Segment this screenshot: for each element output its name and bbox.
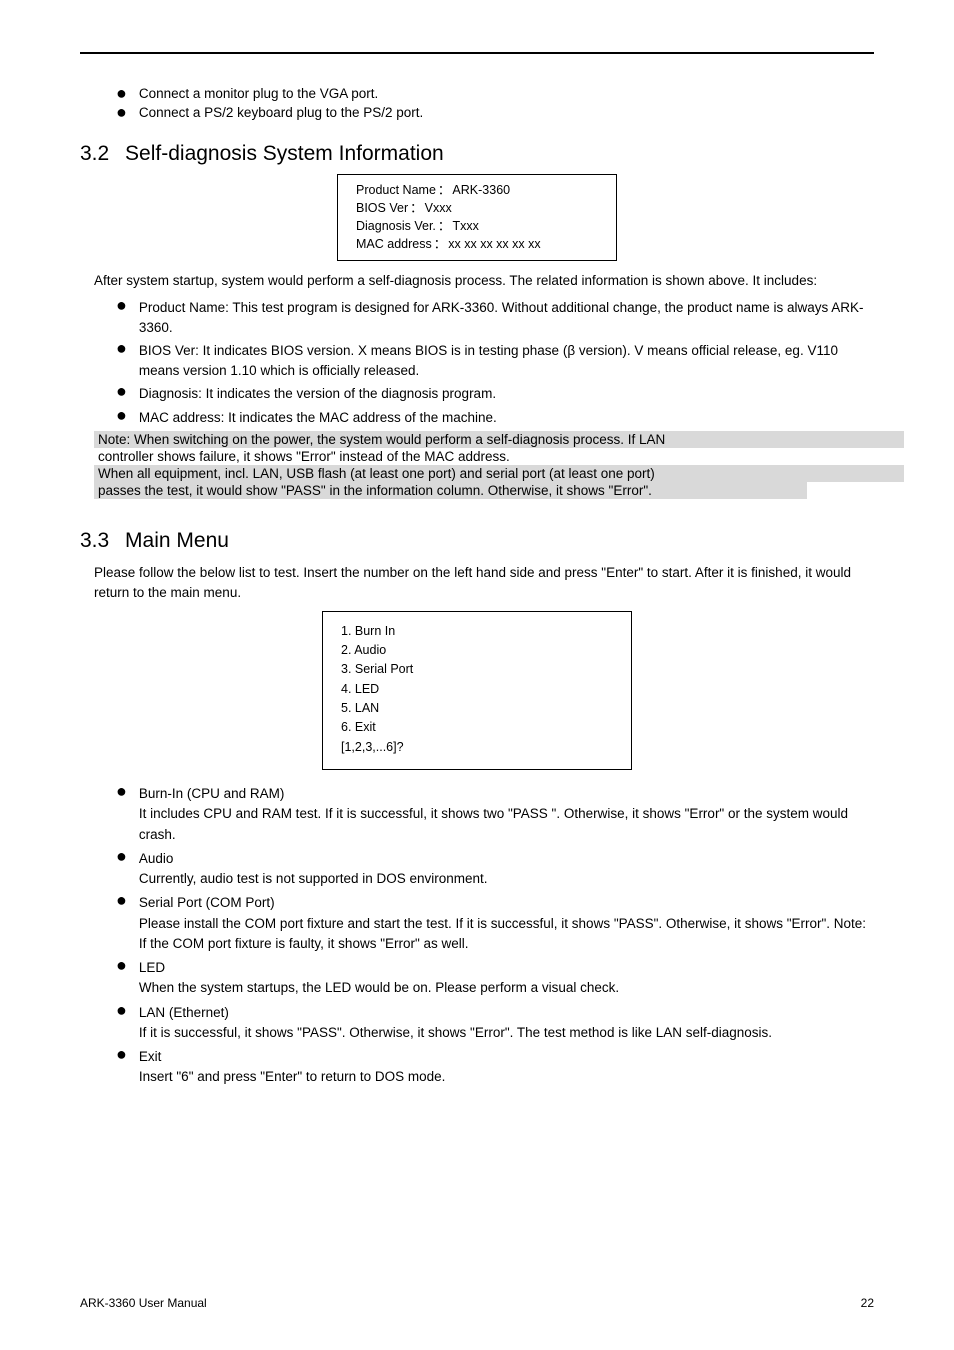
list-item: ● Audio Currently, audio test is not sup… bbox=[116, 849, 874, 890]
item-label: Serial Port (COM Port) bbox=[139, 895, 275, 910]
heading-number: 3.2 bbox=[80, 142, 109, 165]
info-value: Vxxx bbox=[425, 199, 452, 217]
item-desc: If it is successful, it shows "PASS". Ot… bbox=[139, 1025, 772, 1040]
note-block: Note: When switching on the power, the s… bbox=[94, 431, 904, 499]
bullet-icon: ● bbox=[116, 958, 127, 972]
info-value: ARK-3360 bbox=[452, 181, 510, 199]
info-label: Product Name bbox=[356, 181, 436, 199]
bullet-text: Burn-In (CPU and RAM) It includes CPU an… bbox=[139, 784, 874, 845]
footer-right: 22 bbox=[861, 1296, 874, 1310]
list-item: ● Connect a PS/2 keyboard plug to the PS… bbox=[116, 105, 874, 120]
list-item: ● Serial Port (COM Port) Please install … bbox=[116, 893, 874, 954]
sys-bullet-list: ● Product Name: This test program is des… bbox=[116, 298, 874, 427]
menu-line: 6. Exit bbox=[341, 718, 613, 737]
bullet-icon: ● bbox=[116, 893, 127, 907]
bullet-icon: ● bbox=[116, 1003, 127, 1017]
bullet-icon: ● bbox=[116, 86, 127, 100]
note-line: Note: When switching on the power, the s… bbox=[94, 431, 904, 448]
info-row: MAC address ： xx xx xx xx xx xx bbox=[356, 235, 598, 253]
heading-title: Self-diagnosis System Information bbox=[125, 142, 444, 165]
menu-line: 3. Serial Port bbox=[341, 660, 613, 679]
bullet-text: MAC address: It indicates the MAC addres… bbox=[139, 408, 874, 428]
section-heading-3-3: 3.3 Main Menu bbox=[80, 529, 874, 553]
item-desc: Please install the COM port fixture and … bbox=[139, 916, 866, 951]
item-desc: It includes CPU and RAM test. If it is s… bbox=[139, 806, 848, 841]
bullet-text: LED When the system startups, the LED wo… bbox=[139, 958, 874, 999]
item-desc: Currently, audio test is not supported i… bbox=[139, 871, 488, 886]
bullet-icon: ● bbox=[116, 384, 127, 398]
info-value: Txxx bbox=[452, 217, 478, 235]
section-heading-3-2: 3.2 Self-diagnosis System Information bbox=[80, 142, 874, 166]
colon: ： bbox=[434, 235, 447, 253]
bullet-icon: ● bbox=[116, 341, 127, 355]
item-label: LAN (Ethernet) bbox=[139, 1005, 229, 1020]
heading-title: Main Menu bbox=[125, 529, 229, 552]
bullet-icon: ● bbox=[116, 784, 127, 798]
top-bullet-list: ● Connect a monitor plug to the VGA port… bbox=[116, 86, 874, 120]
bullet-text: Serial Port (COM Port) Please install th… bbox=[139, 893, 874, 954]
list-item: ● LED When the system startups, the LED … bbox=[116, 958, 874, 999]
info-row: Diagnosis Ver. ： Txxx bbox=[356, 217, 598, 235]
info-label: BIOS Ver bbox=[356, 199, 408, 217]
colon: ： bbox=[438, 217, 451, 235]
bullet-text: Connect a PS/2 keyboard plug to the PS/2… bbox=[139, 105, 423, 120]
footer-left: ARK-3360 User Manual bbox=[80, 1296, 207, 1310]
bullet-icon: ● bbox=[116, 1047, 127, 1061]
main-menu-box: 1. Burn In 2. Audio 3. Serial Port 4. LE… bbox=[322, 611, 632, 771]
list-item: ● MAC address: It indicates the MAC addr… bbox=[116, 408, 874, 428]
note-line: passes the test, it would show "PASS" in… bbox=[94, 482, 807, 499]
menu-bullet-list: ● Burn-In (CPU and RAM) It includes CPU … bbox=[116, 784, 874, 1088]
colon: ： bbox=[438, 181, 451, 199]
item-label: Burn-In (CPU and RAM) bbox=[139, 786, 285, 801]
info-row: BIOS Ver ： Vxxx bbox=[356, 199, 598, 217]
bullet-text: Connect a monitor plug to the VGA port. bbox=[139, 86, 378, 101]
header-rule bbox=[80, 52, 874, 54]
menu-line: 1. Burn In bbox=[341, 622, 613, 641]
list-item: ● Burn-In (CPU and RAM) It includes CPU … bbox=[116, 784, 874, 845]
item-desc: Insert "6" and press "Enter" to return t… bbox=[139, 1069, 446, 1084]
bullet-text: Exit Insert "6" and press "Enter" to ret… bbox=[139, 1047, 874, 1088]
list-item: ● Product Name: This test program is des… bbox=[116, 298, 874, 337]
menu-line: [1,2,3,...6]? bbox=[341, 738, 613, 757]
item-label: LED bbox=[139, 960, 165, 975]
list-item: ● Connect a monitor plug to the VGA port… bbox=[116, 86, 874, 101]
menu-line: 5. LAN bbox=[341, 699, 613, 718]
note-line: controller shows failure, it shows "Erro… bbox=[94, 448, 904, 465]
bullet-text: Diagnosis: It indicates the version of t… bbox=[139, 384, 874, 404]
system-info-box: Product Name ： ARK-3360 BIOS Ver ： Vxxx … bbox=[337, 174, 617, 261]
bullet-icon: ● bbox=[116, 408, 127, 422]
list-item: ● BIOS Ver: It indicates BIOS version. X… bbox=[116, 341, 874, 380]
bullet-text: Audio Currently, audio test is not suppo… bbox=[139, 849, 874, 890]
bullet-text: BIOS Ver: It indicates BIOS version. X m… bbox=[139, 341, 874, 380]
colon: ： bbox=[410, 199, 423, 217]
bullet-text: LAN (Ethernet) If it is successful, it s… bbox=[139, 1003, 874, 1044]
bullet-icon: ● bbox=[116, 105, 127, 119]
list-item: ● LAN (Ethernet) If it is successful, it… bbox=[116, 1003, 874, 1044]
page-footer: ARK-3360 User Manual 22 bbox=[80, 1296, 874, 1310]
info-label: MAC address bbox=[356, 235, 432, 253]
list-item: ● Exit Insert "6" and press "Enter" to r… bbox=[116, 1047, 874, 1088]
item-label: Audio bbox=[139, 851, 174, 866]
menu-line: 4. LED bbox=[341, 680, 613, 699]
bullet-text: Product Name: This test program is desig… bbox=[139, 298, 874, 337]
item-desc: When the system startups, the LED would … bbox=[139, 980, 619, 995]
menu-line: 2. Audio bbox=[341, 641, 613, 660]
paragraph: Please follow the below list to test. In… bbox=[94, 563, 874, 602]
heading-number: 3.3 bbox=[80, 529, 109, 552]
item-label: Exit bbox=[139, 1049, 162, 1064]
info-label: Diagnosis Ver. bbox=[356, 217, 436, 235]
bullet-icon: ● bbox=[116, 849, 127, 863]
list-item: ● Diagnosis: It indicates the version of… bbox=[116, 384, 874, 404]
info-row: Product Name ： ARK-3360 bbox=[356, 181, 598, 199]
bullet-icon: ● bbox=[116, 298, 127, 312]
paragraph: After system startup, system would perfo… bbox=[94, 271, 874, 291]
note-line: When all equipment, incl. LAN, USB flash… bbox=[94, 465, 904, 482]
info-value: xx xx xx xx xx xx bbox=[448, 235, 540, 253]
